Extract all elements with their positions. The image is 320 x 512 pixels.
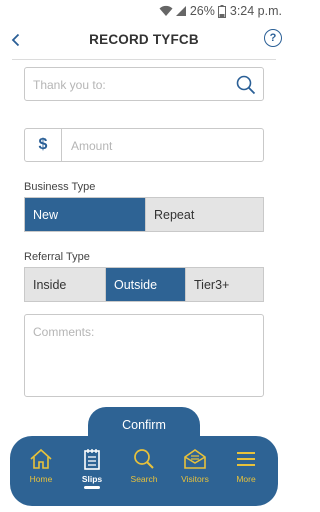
thank-you-to-placeholder: Thank you to:	[33, 78, 106, 92]
home-icon	[30, 448, 52, 469]
business-type-new[interactable]: New	[25, 198, 145, 231]
signal-icon	[175, 6, 186, 16]
tab-slips[interactable]: Slips	[65, 448, 119, 498]
battery-icon	[217, 4, 226, 18]
amount-placeholder: Amount	[71, 139, 113, 153]
page-title: RECORD TYFCB	[89, 32, 199, 47]
status-indicators: 26% 3:24 p.m.	[159, 3, 282, 19]
slips-icon	[84, 449, 100, 470]
confirm-label: Confirm	[122, 418, 166, 432]
tab-more-label: More	[236, 474, 256, 484]
tab-visitors-label: Visitors	[181, 474, 209, 484]
tab-search[interactable]: Search	[117, 448, 171, 498]
help-icon: ?	[269, 32, 277, 44]
tab-visitors[interactable]: Visitors	[168, 448, 222, 498]
bottom-tab-bar: Home Slips Search Visitors More	[10, 436, 278, 506]
active-tab-indicator	[84, 486, 100, 489]
amount-input[interactable]: $ Amount	[24, 128, 264, 162]
app-header: RECORD TYFCB ?	[0, 22, 288, 58]
business-type-repeat[interactable]: Repeat	[145, 198, 263, 231]
tab-slips-label: Slips	[81, 474, 103, 484]
referral-type-tier3[interactable]: Tier3+	[185, 268, 263, 301]
confirm-button[interactable]: Confirm	[88, 407, 200, 443]
referral-type-label: Referral Type	[24, 251, 90, 263]
status-time: 3:24 p.m.	[229, 4, 282, 18]
tab-more[interactable]: More	[219, 448, 273, 498]
menu-icon	[237, 452, 255, 466]
wifi-icon	[159, 5, 173, 16]
currency-symbol: $	[25, 129, 62, 161]
business-type-selector: New Repeat	[24, 197, 264, 232]
comments-textarea[interactable]: Comments:	[24, 314, 264, 397]
tab-home-label: Home	[29, 474, 53, 484]
business-type-label: Business Type	[24, 181, 96, 193]
visitors-icon	[184, 449, 206, 469]
search-member-icon[interactable]	[235, 74, 257, 96]
referral-type-outside[interactable]: Outside	[105, 268, 185, 301]
comments-placeholder: Comments:	[33, 325, 95, 339]
status-bar: 26% 3:24 p.m.	[0, 0, 288, 22]
battery-percentage: 26%	[189, 4, 215, 18]
help-button[interactable]: ?	[264, 29, 282, 47]
search-icon	[134, 449, 154, 469]
thank-you-to-input[interactable]: Thank you to:	[24, 67, 264, 101]
tab-search-label: Search	[130, 474, 158, 484]
tab-home[interactable]: Home	[14, 448, 68, 498]
referral-type-inside[interactable]: Inside	[25, 268, 105, 301]
referral-type-selector: Inside Outside Tier3+	[24, 267, 264, 302]
header-divider	[12, 59, 276, 60]
